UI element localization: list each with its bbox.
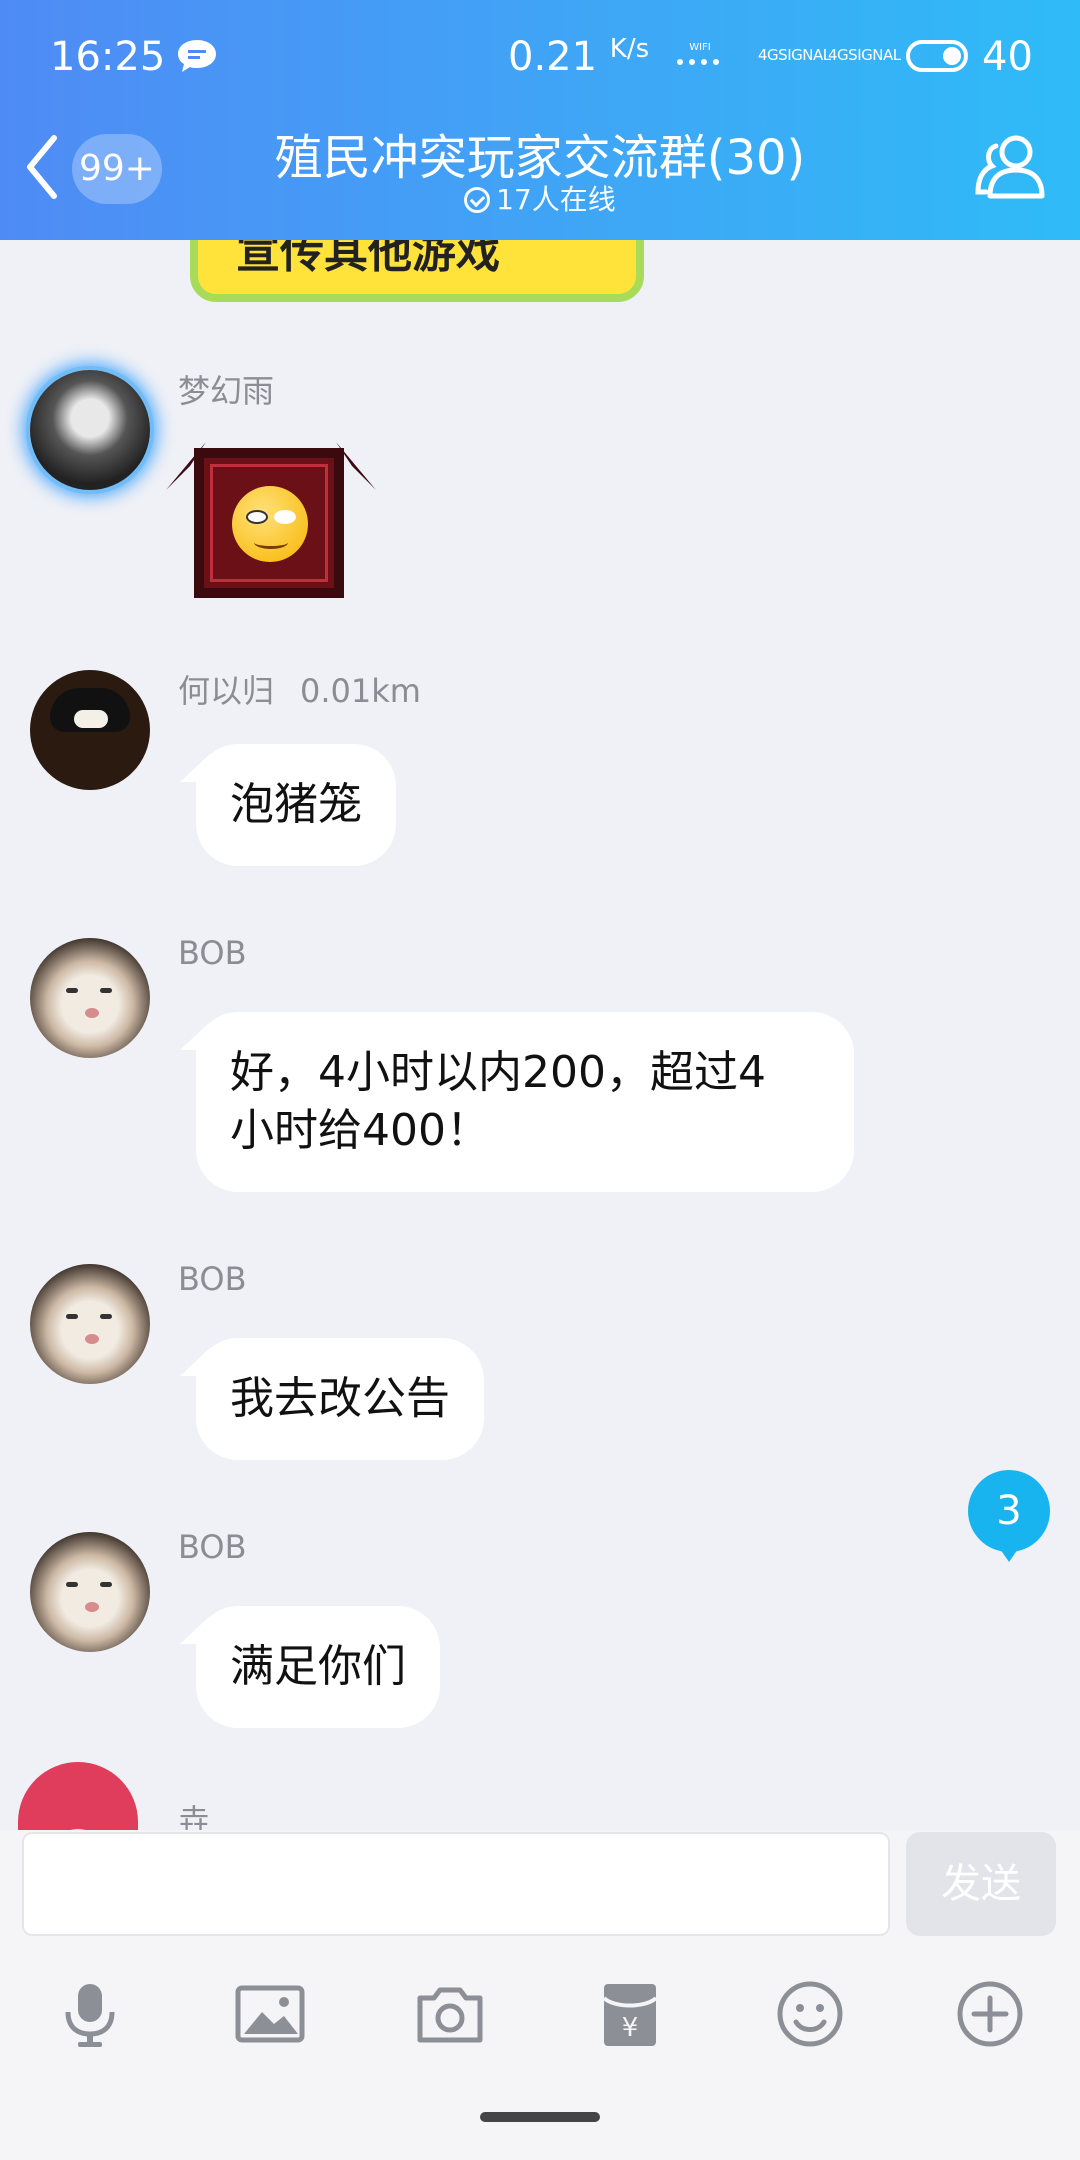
emoji-icon[interactable] — [774, 1978, 846, 2050]
smirk-emoji-icon — [232, 486, 308, 562]
red-packet-icon[interactable]: ¥ — [594, 1978, 666, 2050]
home-indicator[interactable] — [480, 2112, 600, 2122]
sender-name: BOB — [178, 1528, 247, 1566]
camera-icon[interactable] — [414, 1978, 486, 2050]
message-bubble[interactable]: 好，4小时以内200，超过4 小时给400！ — [196, 1012, 854, 1192]
wifi-icon: WIFI — [677, 42, 719, 65]
plus-icon[interactable] — [954, 1978, 1026, 2050]
chat-area[interactable]: 宣传其他游戏 梦幻雨 何以归 0.01km 泡猪笼 BOB 好，4小时以内200，… — [0, 240, 1080, 1830]
sender-distance: 0.01km — [300, 672, 421, 710]
input-toolbar: ¥ — [0, 1958, 1080, 2068]
send-button[interactable]: 发送 — [906, 1832, 1056, 1936]
sender-name: 垚 — [178, 1802, 211, 1830]
battery-icon — [906, 40, 968, 72]
signal-1: 4GSIGNAL — [758, 46, 831, 64]
input-bar: 发送 — [0, 1830, 1080, 1958]
previous-sticker-text: 宣传其他游戏 — [236, 240, 500, 278]
sender-name: BOB — [178, 1260, 247, 1298]
message-bubble[interactable]: 我去改公告 — [196, 1338, 484, 1460]
battery-level: 40 — [982, 34, 1033, 80]
online-status: 17人在线 — [0, 178, 1080, 218]
nav-bar: 99+ 殖民冲突玩家交流群(30) 17人在线 — [0, 112, 1080, 240]
gesture-area — [0, 2068, 1080, 2160]
network-speed: 0.21 K/s — [508, 34, 650, 80]
sender-name: 梦幻雨 — [178, 372, 275, 410]
header: 16:25 0.21 K/s WIFI 4GSIGNAL 4GSIGNAL 40… — [0, 0, 1080, 240]
avatar[interactable] — [30, 670, 150, 790]
message-line: 小时给400！ — [230, 1105, 490, 1156]
svg-text:¥: ¥ — [622, 2013, 639, 2043]
signal-2: 4GSIGNAL — [828, 46, 901, 64]
message-input[interactable] — [22, 1832, 890, 1936]
previous-sticker[interactable]: 宣传其他游戏 — [190, 240, 644, 302]
svg-text:WIFI: WIFI — [689, 42, 711, 53]
online-count: 17人在线 — [496, 183, 616, 216]
avatar[interactable] — [30, 938, 150, 1058]
image-icon[interactable] — [234, 1978, 306, 2050]
message-bubble[interactable]: 满足你们 — [196, 1606, 440, 1728]
emoji-sticker-message[interactable] — [166, 430, 376, 608]
avatar[interactable] — [30, 1264, 150, 1384]
message-notification-icon — [178, 40, 216, 72]
status-bar: 16:25 0.21 K/s WIFI 4GSIGNAL 4GSIGNAL 40 — [0, 0, 1080, 112]
status-time: 16:25 — [50, 34, 166, 80]
microphone-icon[interactable] — [54, 1978, 126, 2050]
avatar[interactable] — [30, 1532, 150, 1652]
sender-name: BOB — [178, 934, 247, 972]
sender-name: 何以归 0.01km — [178, 672, 421, 710]
avatar[interactable] — [18, 1762, 138, 1830]
message-line: 好，4小时以内200，超过4 — [230, 1047, 766, 1098]
members-icon[interactable] — [972, 126, 1052, 206]
avatar[interactable] — [30, 370, 150, 490]
new-messages-badge[interactable]: 3 — [968, 1470, 1050, 1552]
check-circle-icon — [464, 187, 491, 213]
message-bubble[interactable]: 泡猪笼 — [196, 744, 396, 866]
